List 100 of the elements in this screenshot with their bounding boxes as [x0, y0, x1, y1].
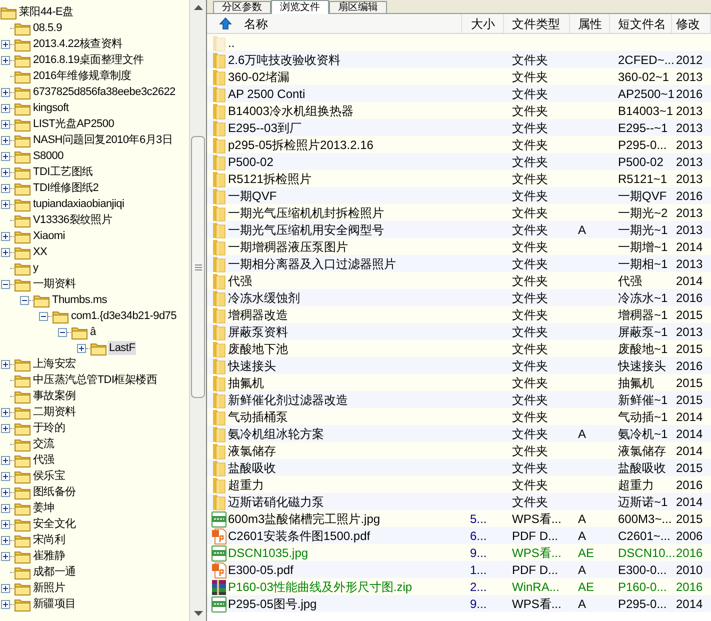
tab[interactable]: 浏览文件 — [271, 0, 329, 14]
file-name[interactable]: 氨冷机组冰轮方案 — [228, 425, 324, 443]
expand-icon[interactable] — [1, 360, 10, 368]
scroll-up-icon[interactable] — [194, 4, 202, 10]
tree-item[interactable]: 莱阳44-E盘 — [18, 5, 74, 19]
expand-icon[interactable] — [1, 168, 10, 176]
tree-item[interactable]: 2013.4.22核查资料 — [32, 37, 124, 51]
tree-item[interactable]: TDI维修图纸2 — [32, 181, 100, 195]
tree-item[interactable]: TDI工艺图纸 — [32, 165, 94, 179]
column-header[interactable]: 修改 — [676, 14, 700, 32]
expand-icon[interactable] — [1, 472, 10, 480]
file-name[interactable]: 2.6万吨技改验收资料 — [228, 51, 341, 69]
file-name[interactable]: AP 2500 Conti — [228, 85, 306, 103]
file-name[interactable]: C2601安装条件图1500.pdf — [228, 527, 370, 545]
file-name[interactable]: 迈斯诺硝化磁力泵 — [228, 493, 324, 511]
expand-icon[interactable] — [1, 488, 10, 496]
file-name[interactable]: 屏蔽泵资料 — [228, 323, 288, 341]
file-name[interactable]: 一期增稠器液压泵图片 — [228, 238, 348, 256]
tree-item[interactable]: kingsoft — [32, 101, 70, 115]
file-name[interactable]: 废酸地下池 — [228, 340, 288, 358]
tree-item[interactable]: 于玲的 — [32, 421, 66, 435]
expand-icon[interactable] — [1, 200, 10, 208]
file-name[interactable]: P500-02 — [228, 153, 274, 171]
scroll-thumb[interactable] — [191, 136, 205, 398]
expand-icon[interactable] — [1, 248, 10, 256]
up-arrow-icon[interactable] — [219, 17, 232, 30]
tree-item[interactable]: 事故案例 — [32, 389, 77, 403]
tree-item[interactable]: com1.{d3e34b21-9d75 — [70, 309, 178, 323]
file-name[interactable]: DSCN1035.jpg — [228, 544, 308, 562]
expand-icon[interactable] — [1, 232, 10, 240]
tree-item[interactable]: â — [89, 325, 97, 339]
column-header[interactable]: 大小 — [471, 14, 495, 32]
tree-item[interactable]: 宋尚利 — [32, 533, 66, 547]
tree-item[interactable]: 代强 — [32, 453, 56, 467]
tree-item[interactable]: NASH问题回复2010年6月3日 — [32, 133, 174, 147]
tree-item[interactable]: Thumbs.ms — [51, 293, 108, 307]
file-name[interactable]: 360-02堵漏 — [228, 68, 290, 86]
file-name[interactable]: 一期光气压缩机用安全阀型号 — [228, 221, 384, 239]
column-header[interactable]: 名称 — [244, 14, 268, 32]
file-name[interactable]: 气动插桶泵 — [228, 408, 288, 426]
tree-item[interactable]: 6737825d856fa38eebe3c2622 — [32, 85, 176, 99]
tree-item[interactable]: 成都一通 — [32, 565, 77, 579]
column-header[interactable]: 属性 — [578, 14, 602, 32]
file-name[interactable]: 快速接头 — [228, 357, 276, 375]
file-name[interactable]: 盐酸吸收 — [228, 459, 276, 477]
collapse-icon[interactable] — [20, 296, 29, 304]
expand-icon[interactable] — [1, 120, 10, 128]
file-name[interactable]: 600m3盐酸储槽完工照片.jpg — [228, 510, 380, 528]
tree-item[interactable]: 08.5.9 — [32, 21, 63, 35]
expand-icon[interactable] — [1, 136, 10, 144]
tree-item[interactable]: Xiaomi — [32, 229, 66, 243]
expand-icon[interactable] — [1, 520, 10, 528]
file-name[interactable]: 增稠器改造 — [228, 306, 288, 324]
scroll-down-icon[interactable] — [194, 611, 202, 617]
tree-item[interactable]: 新照片 — [32, 581, 66, 595]
tree-item[interactable]: y — [32, 261, 40, 275]
column-header[interactable]: 文件类型 — [512, 14, 560, 32]
file-name[interactable]: 液氯储存 — [228, 442, 276, 460]
expand-icon[interactable] — [1, 152, 10, 160]
tree-item[interactable]: 姜坤 — [32, 501, 56, 515]
tree-item[interactable]: LIST光盘AP2500 — [32, 117, 116, 131]
expand-icon[interactable] — [1, 424, 10, 432]
tree-item[interactable]: S8000 — [32, 149, 64, 163]
tree-item[interactable]: tupiandaxiaobianjiqi — [32, 197, 126, 211]
expand-icon[interactable] — [1, 40, 10, 48]
tree-item[interactable]: V13336裂纹照片 — [32, 213, 114, 227]
tree-item[interactable]: 二期资料 — [32, 405, 77, 419]
tree-item[interactable]: 安全文化 — [32, 517, 77, 531]
expand-icon[interactable] — [1, 552, 10, 560]
tree-item[interactable]: 上海安宏 — [32, 357, 77, 371]
tree-item[interactable]: 一期资料 — [32, 277, 77, 291]
tree-item[interactable]: LastF — [108, 341, 136, 355]
tab[interactable]: 扇区编辑 — [329, 1, 387, 13]
file-name[interactable]: E295--03到厂 — [228, 119, 302, 137]
file-name[interactable]: B14003冷水机组换热器 — [228, 102, 354, 120]
file-name[interactable]: 冷冻水缓蚀剂 — [228, 289, 300, 307]
expand-icon[interactable] — [1, 536, 10, 544]
tree-item[interactable]: 新疆项目 — [32, 597, 77, 611]
scrollbar[interactable] — [189, 0, 206, 621]
expand-icon[interactable] — [1, 56, 10, 64]
collapse-icon[interactable] — [1, 280, 10, 288]
tree-item[interactable]: 2016.8.19桌面整理文件 — [32, 53, 145, 67]
tree-item[interactable]: 2016年维修规章制度 — [32, 69, 132, 83]
tree-item[interactable]: 侯乐宝 — [32, 469, 66, 483]
file-name[interactable]: E300-05.pdf — [228, 561, 294, 579]
expand-icon[interactable] — [1, 88, 10, 96]
file-name[interactable]: 一期相分离器及入口过滤器照片 — [228, 255, 396, 273]
expand-icon[interactable] — [1, 104, 10, 112]
expand-icon[interactable] — [77, 344, 86, 352]
file-name[interactable]: R5121拆检照片 — [228, 170, 312, 188]
tree-item[interactable]: 交流 — [32, 437, 56, 451]
column-header[interactable]: 短文件名 — [618, 14, 666, 32]
file-name[interactable]: 一期QVF — [228, 187, 277, 205]
file-name[interactable]: 代强 — [228, 272, 252, 290]
file-name[interactable]: P160-03性能曲线及外形尺寸图.zip — [228, 578, 412, 596]
file-name[interactable]: P295-05图号.jpg — [228, 595, 317, 613]
file-name[interactable]: 抽氟机 — [228, 374, 264, 392]
expand-icon[interactable] — [1, 456, 10, 464]
tree-item[interactable]: XX — [32, 245, 48, 259]
expand-icon[interactable] — [1, 408, 10, 416]
